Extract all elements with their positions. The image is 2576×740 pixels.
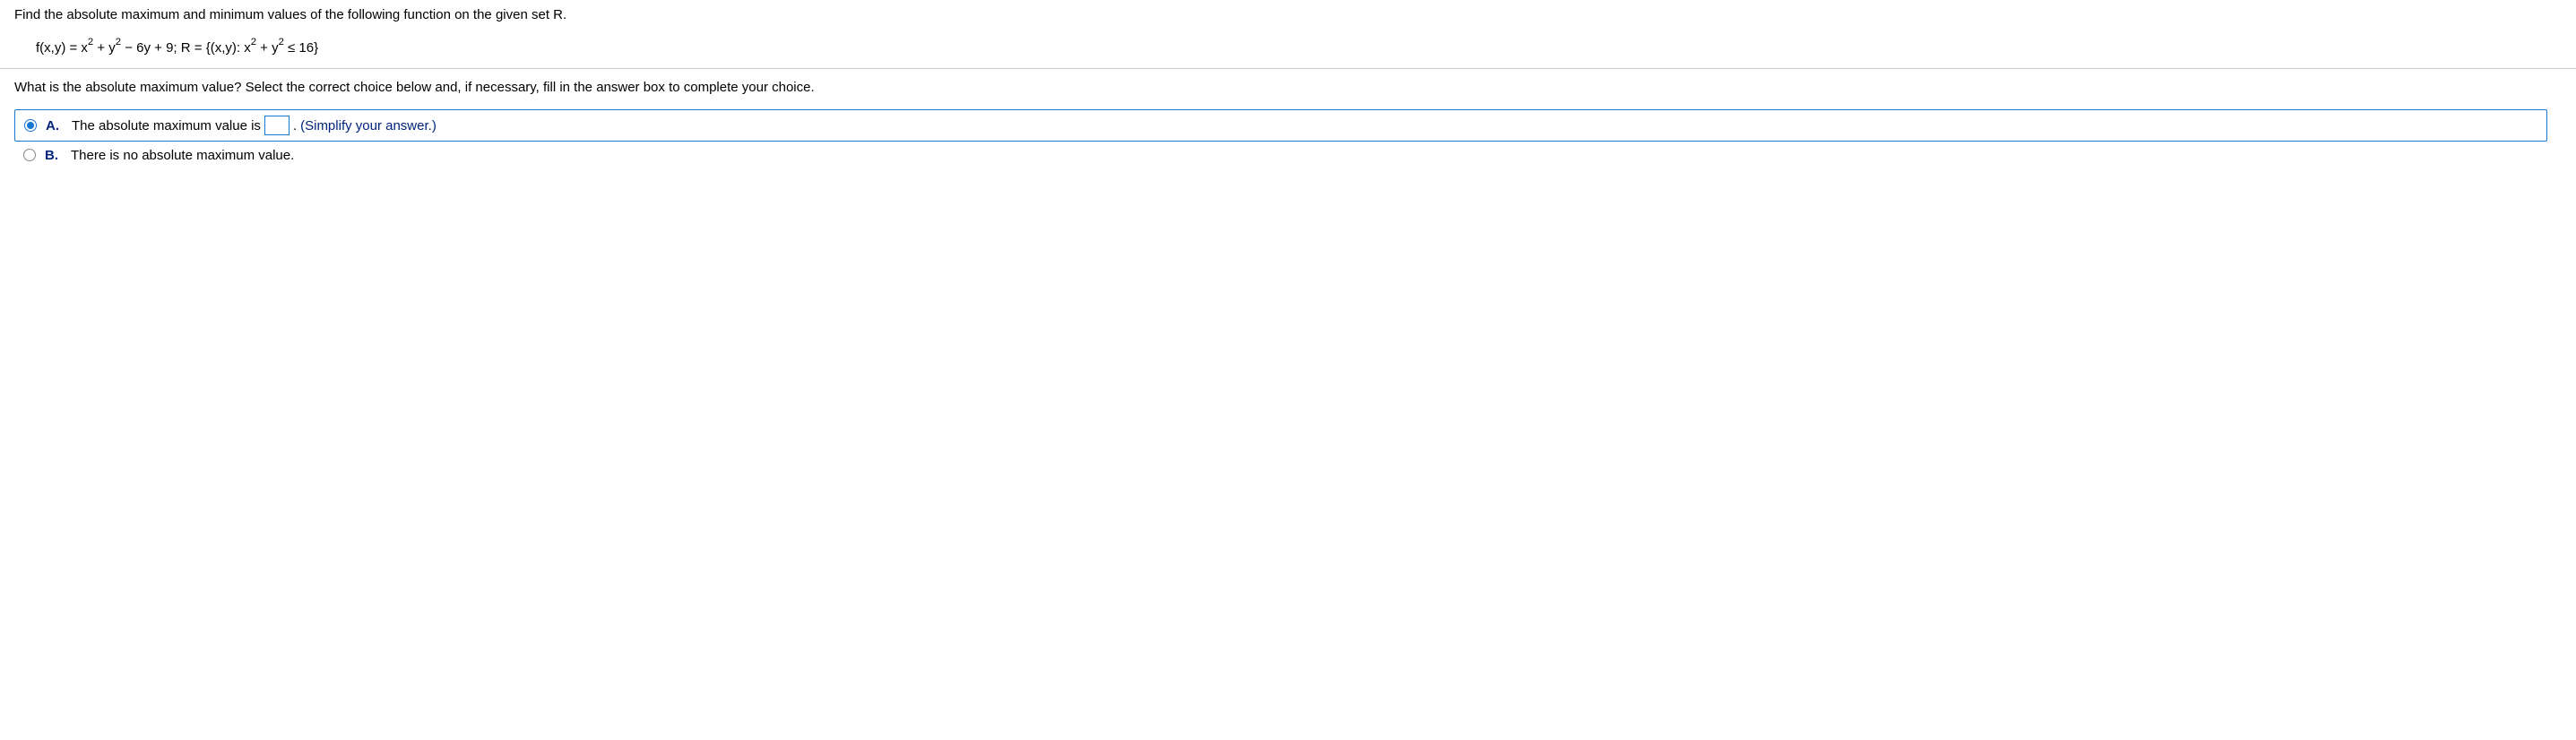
radio-a-wrap[interactable] [22,117,39,133]
answer-choices: A. The absolute maximum value is . (Simp… [14,109,2562,168]
choice-a-after: . [293,118,297,133]
choice-b-row[interactable]: B. There is no absolute maximum value. [14,142,2562,168]
simplify-hint: (Simplify your answer.) [300,118,437,133]
radio-a[interactable] [24,119,37,132]
choice-a-letter: A. [46,118,59,133]
radio-b-wrap[interactable] [22,147,38,163]
choice-b-letter: B. [45,148,58,163]
choice-b-text: There is no absolute maximum value. [71,148,294,163]
instruction-text: Find the absolute maximum and minimum va… [14,7,2562,22]
question-text: What is the absolute maximum value? Sele… [14,80,2562,95]
choice-a-text: The absolute maximum value is . (Simplif… [72,116,437,135]
choice-a-before: The absolute maximum value is [72,118,261,133]
function-formula: f(x,y) = x2 + y2 − 6y + 9; R = {(x,y): x… [14,39,2562,56]
answer-input[interactable] [264,116,290,135]
radio-b[interactable] [23,149,36,161]
question-section: What is the absolute maximum value? Sele… [0,69,2576,179]
radio-a-dot [27,122,34,129]
choice-a-row[interactable]: A. The absolute maximum value is . (Simp… [14,109,2547,142]
problem-header: Find the absolute maximum and minimum va… [0,7,2576,69]
